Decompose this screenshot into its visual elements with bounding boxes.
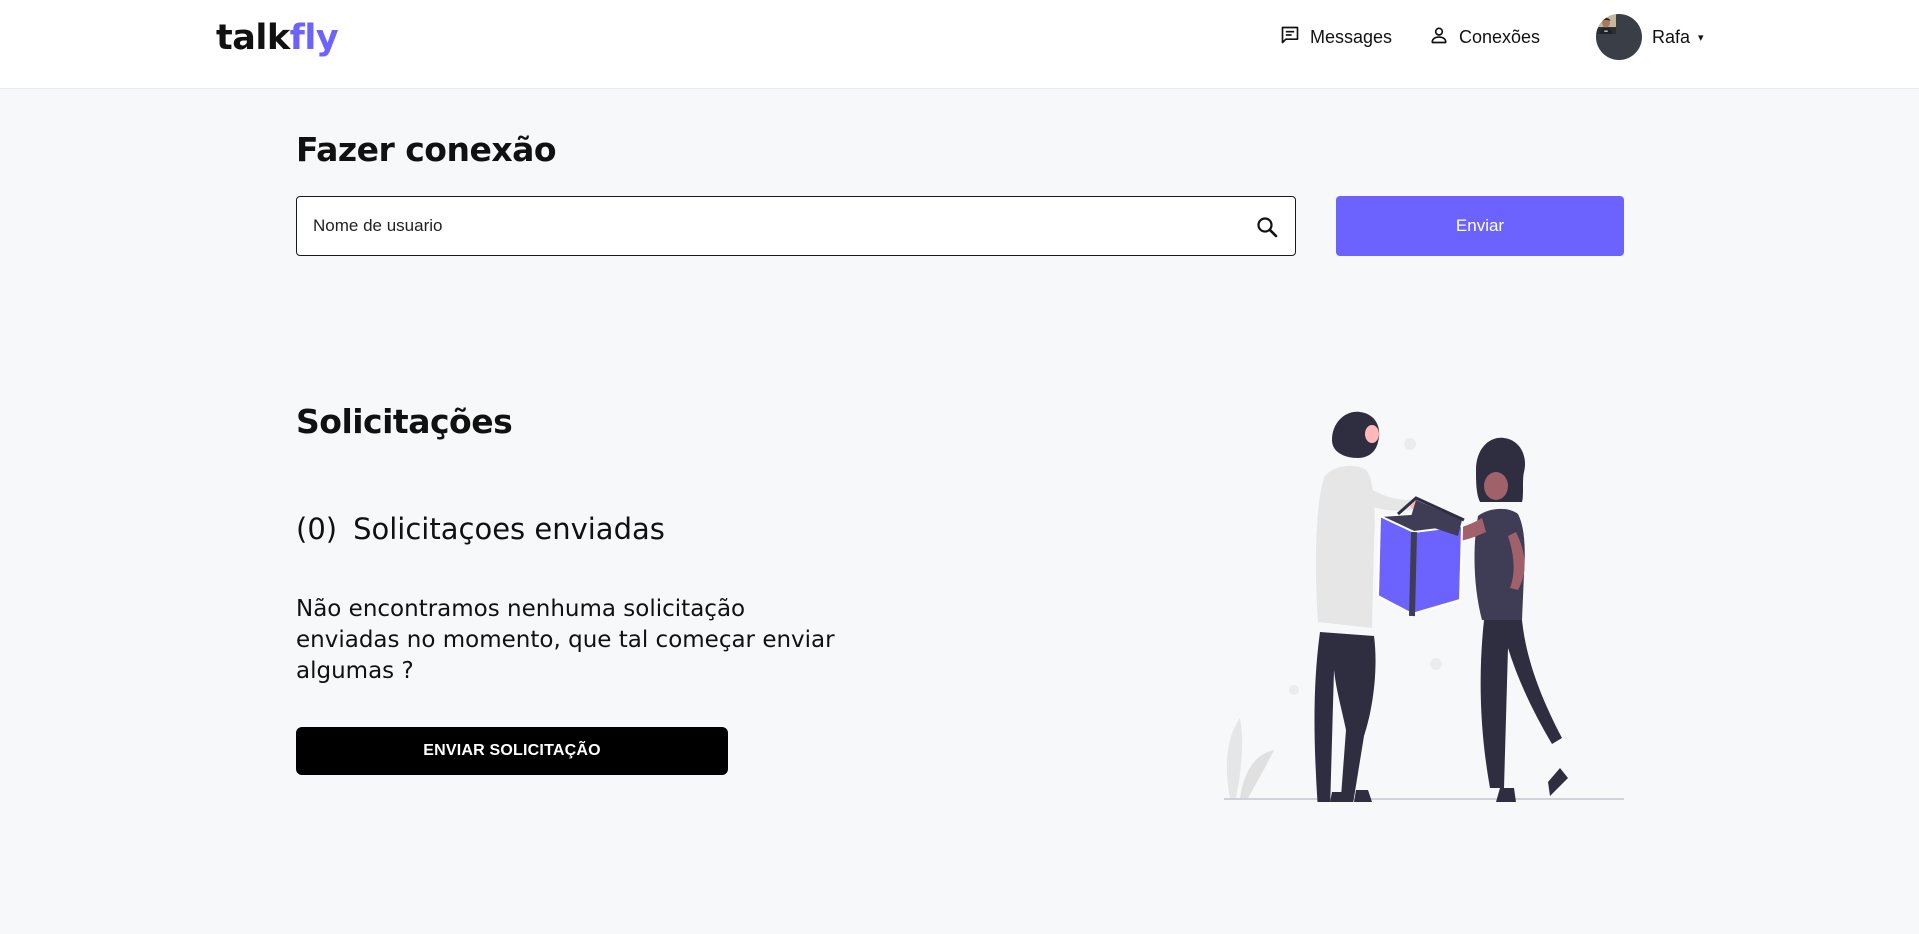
gift-exchange-illustration [1224, 411, 1624, 802]
search-icon[interactable] [1255, 215, 1279, 239]
top-header: talkfly Messages Conexões Rafa ▾ [0, 0, 1919, 89]
requests-count-row: (0) Solicitaçoes enviadas [296, 512, 665, 546]
logo-text-fly: fly [289, 18, 339, 58]
connect-title: Fazer conexão [296, 130, 557, 169]
send-request-button[interactable]: ENVIAR SOLICITAÇÃO [296, 727, 728, 775]
empty-state-message: Não encontramos nenhuma solicitação envi… [296, 596, 835, 684]
requests-count: (0) [296, 512, 338, 546]
search-box[interactable] [296, 196, 1296, 256]
logo-text-talk: talk [216, 18, 290, 58]
send-button[interactable]: Enviar [1336, 196, 1624, 256]
requests-count-label: Solicitaçoes enviadas [353, 512, 665, 546]
requests-title: Solicitações [296, 402, 513, 441]
message-icon [1280, 25, 1300, 50]
nav-conexoes-label: Conexões [1459, 26, 1541, 47]
nav-messages-label: Messages [1310, 26, 1393, 47]
user-menu[interactable]: Rafa ▾ [1596, 14, 1704, 60]
user-name: Rafa [1652, 26, 1691, 47]
username-search-input[interactable] [313, 197, 1213, 254]
user-icon [1429, 25, 1449, 50]
avatar[interactable] [1596, 14, 1642, 60]
nav-conexoes[interactable]: Conexões [1429, 24, 1540, 50]
logo[interactable]: talkfly [216, 18, 339, 58]
nav-messages[interactable]: Messages [1280, 24, 1392, 50]
chevron-down-icon[interactable]: ▾ [1698, 31, 1704, 44]
